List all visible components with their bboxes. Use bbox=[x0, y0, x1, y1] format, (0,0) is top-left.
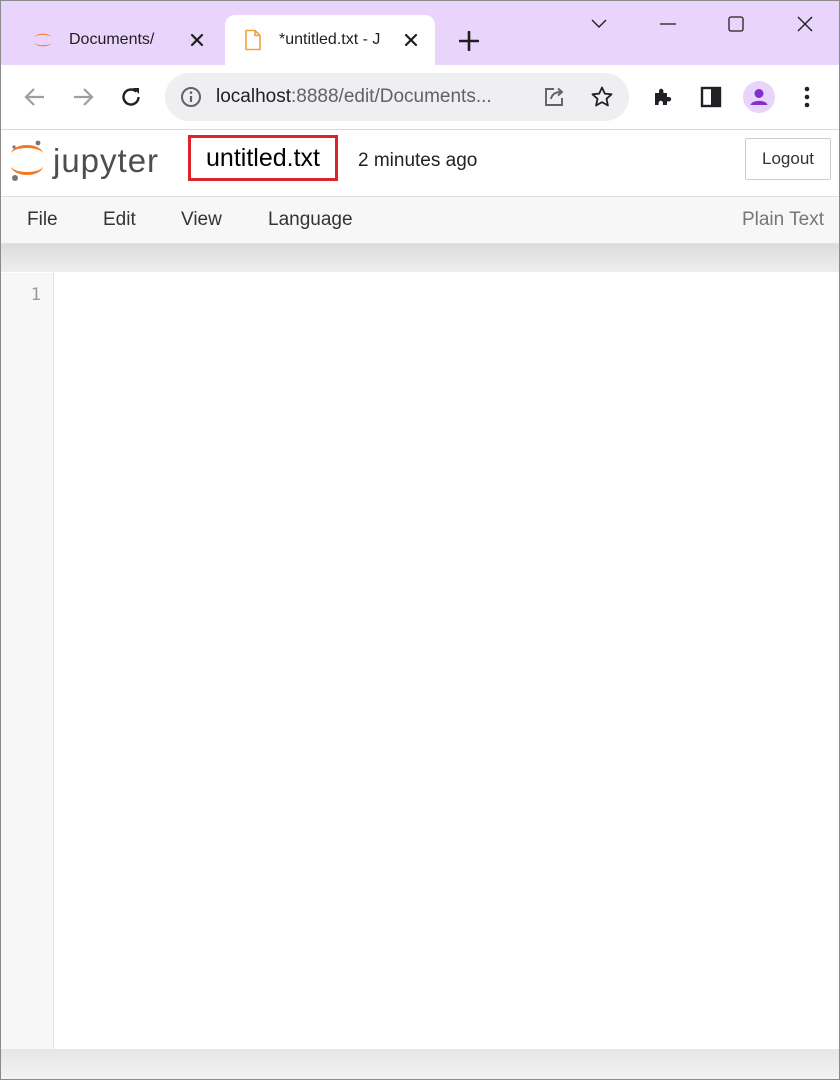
tab-search-icon[interactable] bbox=[584, 9, 614, 39]
close-tab-icon[interactable] bbox=[185, 28, 209, 52]
bookmark-star-icon[interactable] bbox=[590, 85, 614, 109]
url-path: :8888/edit/Documents... bbox=[291, 86, 492, 107]
tab-title: *untitled.txt - J bbox=[279, 31, 381, 48]
browser-window: Documents/ *untitled.txt - J localhost:8… bbox=[0, 0, 840, 1080]
share-icon[interactable] bbox=[542, 85, 566, 109]
file-icon bbox=[241, 28, 265, 52]
maximize-icon[interactable] bbox=[721, 9, 751, 39]
minimize-icon[interactable] bbox=[653, 9, 683, 39]
menu-bar: File Edit View Language Plain Text bbox=[1, 197, 839, 244]
forward-icon[interactable] bbox=[67, 81, 99, 113]
notebook-filename[interactable]: untitled.txt bbox=[188, 135, 338, 181]
extensions-icon[interactable] bbox=[647, 81, 679, 113]
menu-language[interactable]: Language bbox=[268, 209, 353, 231]
menu-file[interactable]: File bbox=[27, 209, 58, 231]
tab-strip: Documents/ *untitled.txt - J bbox=[1, 1, 839, 65]
logout-button[interactable]: Logout bbox=[745, 138, 831, 180]
logo-text: jupyter bbox=[53, 142, 160, 179]
line-number: 1 bbox=[30, 285, 41, 305]
url-host: localhost bbox=[216, 86, 291, 107]
close-window-icon[interactable] bbox=[790, 9, 820, 39]
site-info-icon[interactable] bbox=[179, 85, 203, 109]
header-divider bbox=[1, 244, 839, 272]
new-tab-button[interactable] bbox=[455, 27, 483, 55]
profile-avatar-icon[interactable] bbox=[743, 81, 775, 113]
jupyter-logo-icon bbox=[11, 140, 43, 181]
reload-icon[interactable] bbox=[115, 81, 147, 113]
editor-mode-indicator: Plain Text bbox=[741, 209, 824, 230]
jupyter-logo[interactable]: jupyter bbox=[9, 138, 169, 184]
close-tab-icon[interactable] bbox=[399, 28, 423, 52]
side-panel-icon[interactable] bbox=[695, 81, 727, 113]
jupyter-header: jupyter untitled.txt 2 minutes ago Logou… bbox=[1, 130, 839, 197]
browser-menu-icon[interactable] bbox=[791, 81, 823, 113]
tab-title: Documents/ bbox=[69, 31, 155, 48]
url-text: localhost:8888/edit/Documents... bbox=[216, 86, 492, 108]
menu-view[interactable]: View bbox=[181, 209, 222, 231]
tab-untitled[interactable]: *untitled.txt - J bbox=[225, 15, 435, 65]
menu-edit[interactable]: Edit bbox=[103, 209, 136, 231]
back-icon[interactable] bbox=[19, 81, 51, 113]
browser-toolbar: localhost:8888/edit/Documents... bbox=[1, 65, 839, 130]
address-bar[interactable]: localhost:8888/edit/Documents... bbox=[165, 73, 629, 121]
text-editor[interactable]: 1 bbox=[1, 273, 839, 1049]
line-number-gutter: 1 bbox=[1, 273, 54, 1049]
last-saved-status: 2 minutes ago bbox=[358, 150, 478, 171]
editor-bottom-bar bbox=[1, 1049, 839, 1079]
tab-documents[interactable]: Documents/ bbox=[15, 15, 221, 65]
jupyter-logo-icon bbox=[31, 28, 55, 52]
